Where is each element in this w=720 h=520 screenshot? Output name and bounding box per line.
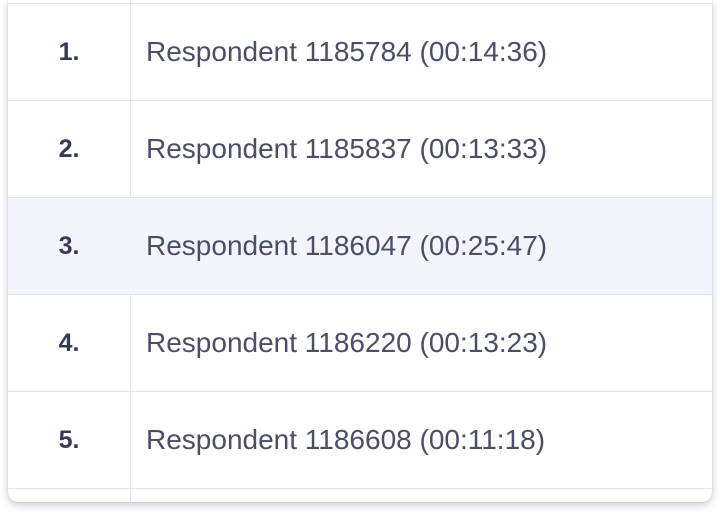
respondent-list: 1. Respondent 1185784 (00:14:36) 2. Resp… xyxy=(8,0,712,502)
row-index: 5. xyxy=(58,425,80,454)
respondent-label: Respondent 1186608 (00:11:18) xyxy=(146,424,546,455)
respondent-rows: 1. Respondent 1185784 (00:14:36) 2. Resp… xyxy=(8,3,712,502)
list-item[interactable]: 1. Respondent 1185784 (00:14:36) xyxy=(8,3,712,100)
respondent-label: Respondent 1185837 (00:13:33) xyxy=(146,133,548,164)
list-item-hovered[interactable]: 3. Respondent 1186047 (00:25:47) xyxy=(8,197,712,294)
list-item[interactable]: 2. Respondent 1185837 (00:13:33) xyxy=(8,100,712,197)
row-index: 4. xyxy=(58,328,80,357)
respondent-label: Respondent 1185784 (00:14:36) xyxy=(146,36,548,67)
list-item[interactable]: 5. Respondent 1186608 (00:11:18) xyxy=(8,391,712,488)
row-index: 3. xyxy=(58,231,80,260)
list-item[interactable]: 4. Respondent 1186220 (00:13:23) xyxy=(8,294,712,391)
row-index: 2. xyxy=(58,134,80,163)
row-index: 1. xyxy=(58,37,80,66)
list-item-partial[interactable] xyxy=(8,488,712,502)
respondent-label: Respondent 1186047 (00:25:47) xyxy=(146,230,548,261)
respondent-label: Respondent 1186220 (00:13:23) xyxy=(146,327,548,358)
